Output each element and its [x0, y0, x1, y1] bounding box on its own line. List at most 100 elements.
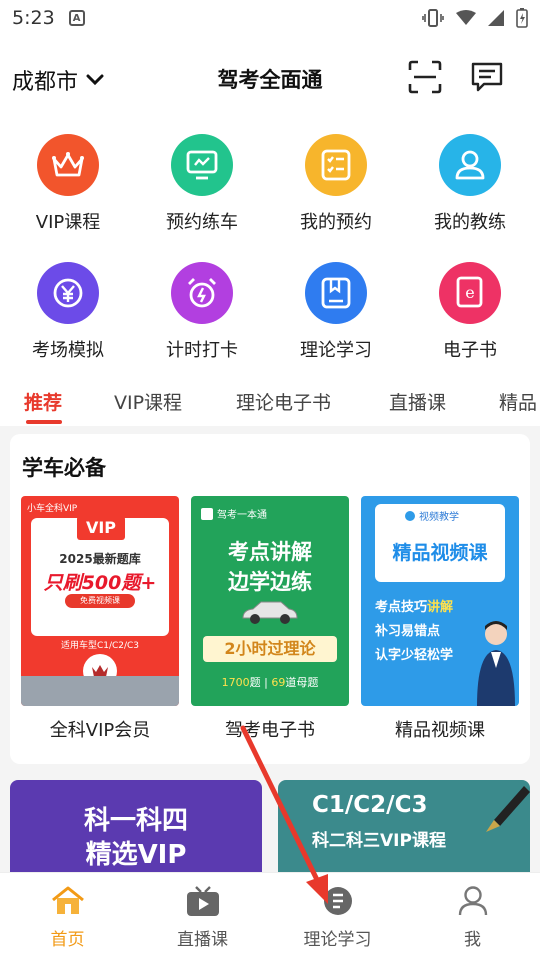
ebook-icon: e [439, 262, 501, 324]
banner-line1: C1/C2/C3 [312, 792, 428, 818]
signal-icon [488, 10, 504, 26]
status-time: 5:23 [12, 7, 55, 29]
a-notification-icon: A [68, 10, 85, 26]
item-label: 全科VIP会员 [49, 720, 151, 741]
checklist-icon [305, 134, 367, 196]
message-icon[interactable] [470, 60, 504, 94]
stat2: 69 [271, 676, 286, 689]
yen-coin-icon [37, 262, 99, 324]
feature-grid: VIP课程 预约练车 我的预约 我的教练 考场模拟 计时打卡 理论学习 e 电子… [0, 122, 540, 370]
nav-me[interactable]: 我 [405, 883, 540, 950]
status-icons [422, 8, 528, 28]
thumb-line2: 边学边练 [228, 570, 312, 594]
thumb-tag-row: 视频教学 [405, 508, 459, 523]
category-tabs: 推荐 VIP课程 理论电子书 直播课 精品 [0, 370, 540, 426]
nav-label: 理论学习 [303, 930, 372, 950]
thumb-line1: 考点讲解 [228, 540, 312, 564]
tag-icon [201, 507, 213, 520]
grid-label: 预约练车 [166, 212, 238, 233]
tab-underline [26, 420, 62, 424]
grid-item-book-practice[interactable]: 预约练车 [142, 134, 262, 234]
tab-theory-ebook[interactable]: 理论电子书 [236, 388, 331, 415]
nav-label: 首页 [50, 930, 85, 950]
grid-label: 电子书 [443, 340, 497, 361]
thumb-tag-row: 驾考一本通 [201, 506, 267, 521]
thumb-line1: 2025最新题库 [59, 552, 141, 566]
thumb-line1: 精品视频课 [392, 542, 488, 564]
grid-item-my-coach[interactable]: 我的教练 [410, 134, 530, 234]
instructor-figure [477, 621, 515, 706]
car-icon [242, 601, 298, 624]
vip-member-thumbnail[interactable]: 小车全科VIP VIP 2025最新题库 只刷500题+ 免费视频课 适用车型C… [21, 496, 179, 706]
grid-label: VIP课程 [35, 212, 101, 233]
status-bar: 5:23 A [0, 0, 540, 36]
grid-label: 我的预约 [300, 212, 372, 233]
banner-line2: 精选VIP [85, 840, 187, 870]
tab-recommend[interactable]: 推荐 [24, 388, 62, 415]
nav-home[interactable]: 首页 [0, 883, 135, 950]
stat1: 1700 [221, 676, 250, 689]
thumb-tag: 视频教学 [419, 512, 459, 523]
item-label: 驾考电子书 [225, 720, 315, 741]
nav-label: 直播课 [177, 930, 228, 950]
wifi-icon [456, 10, 476, 25]
tab-live[interactable]: 直播课 [389, 388, 446, 415]
grid-label: 考场模拟 [32, 340, 104, 361]
thumb-stats: 1700题 | 69道母题 [221, 676, 319, 689]
tab-premium[interactable]: 精品 [499, 388, 537, 415]
alarm-clock-icon [171, 262, 233, 324]
person-icon [455, 883, 491, 919]
road-scene [21, 676, 179, 706]
book-icon [305, 262, 367, 324]
stat2-unit: 道母题 [285, 676, 319, 689]
city-selector[interactable]: 成都市 [12, 64, 104, 96]
thumb-line4: 适用车型C1/C2/C3 [60, 641, 140, 651]
chevron-down-icon [86, 74, 104, 86]
stat1-unit: 题 [249, 676, 261, 689]
section-title: 学车必备 [22, 456, 106, 480]
grid-label: 理论学习 [300, 340, 372, 361]
bottom-nav: 首页 直播课 理论学习 我 [0, 872, 540, 960]
play-dot-icon [405, 510, 415, 521]
thumb-line2: 考点技巧 [375, 600, 428, 615]
grid-item-my-bookings[interactable]: 我的预约 [276, 134, 396, 234]
grid-item-vip-course[interactable]: VIP课程 [8, 134, 128, 234]
grid-item-exam-simulation[interactable]: 考场模拟 [8, 262, 128, 362]
banner-line2: 科二科三VIP课程 [312, 831, 446, 851]
vip-badge: VIP [77, 516, 125, 540]
vibrate-icon [422, 9, 444, 27]
thumb-tag: 小车全科VIP [27, 504, 78, 514]
battery-icon [516, 8, 528, 28]
ebook-thumbnail[interactable]: 驾考一本通 考点讲解 边学边练 2小时过理论 1700题 | 69道母题 [191, 496, 349, 706]
thumb-line4: 认字少轻松学 [375, 648, 454, 663]
coach-icon [439, 134, 501, 196]
banner-line1: 科一科四 [83, 806, 188, 836]
monitor-icon [171, 134, 233, 196]
crown-icon [37, 134, 99, 196]
tab-vip-course[interactable]: VIP课程 [114, 388, 182, 415]
svg-text:e: e [465, 283, 474, 302]
nav-live[interactable]: 直播课 [135, 883, 270, 950]
thumb-line2-accent: 讲解 [427, 600, 454, 615]
study-icon [320, 883, 356, 919]
video-course-thumbnail[interactable]: 视频教学 精品视频课 考点技巧讲解 补习易错点 认字少轻松学 [361, 496, 519, 706]
thumb-line3: 免费视频课 [65, 594, 135, 608]
grid-label: 计时打卡 [166, 340, 238, 361]
scan-icon[interactable] [408, 60, 442, 94]
nav-theory[interactable]: 理论学习 [270, 883, 405, 950]
thumb-line2: 只刷500题+ [43, 572, 157, 594]
fountain-pen-icon [486, 786, 530, 832]
city-label: 成都市 [12, 70, 79, 95]
learn-essentials-card: 学车必备 小车全科VIP VIP 2025最新题库 只刷500题+ 免费视频课 … [10, 434, 530, 764]
thumb-line2-row: 考点技巧讲解 [375, 596, 453, 615]
thumb-line3: 补习易错点 [375, 624, 441, 639]
grid-item-clock-in[interactable]: 计时打卡 [142, 262, 262, 362]
grid-item-theory-study[interactable]: 理论学习 [276, 262, 396, 362]
tv-play-icon [185, 883, 221, 919]
grid-item-ebook[interactable]: e 电子书 [410, 262, 530, 362]
grid-label: 我的教练 [434, 212, 506, 233]
item-label: 精品视频课 [395, 720, 485, 741]
thumb-line3: 2小时过理论 [203, 636, 337, 662]
nav-label: 我 [464, 930, 481, 950]
thumb-tag: 驾考一本通 [217, 510, 267, 521]
